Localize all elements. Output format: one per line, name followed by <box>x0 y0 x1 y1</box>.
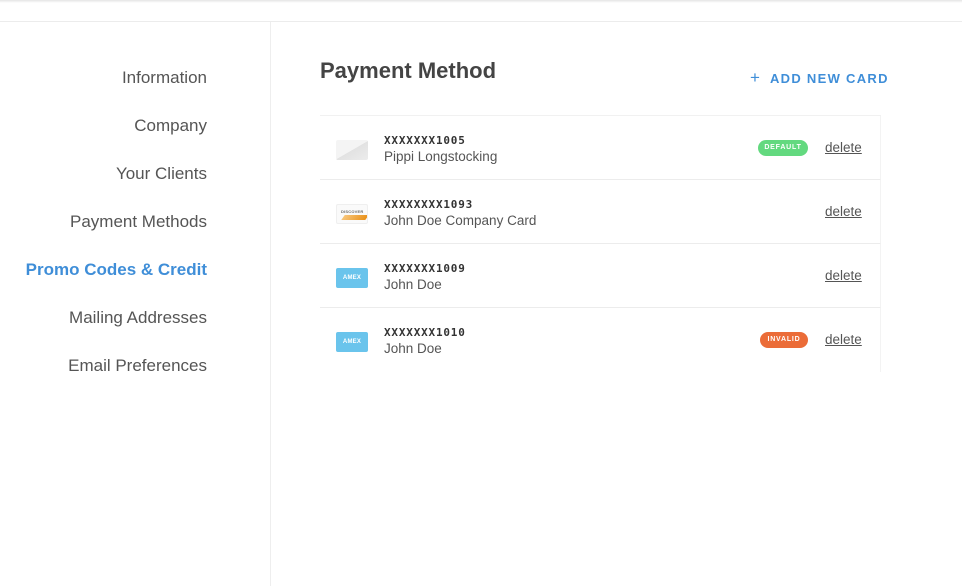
delete-card-link[interactable]: delete <box>825 204 862 219</box>
page-title: Payment Method <box>320 58 497 83</box>
invalid-badge: INVALID <box>760 332 808 348</box>
card-number: XXXXXXX1009 <box>384 262 466 275</box>
sidebar-item-mailing-addresses[interactable]: Mailing Addresses <box>69 306 207 330</box>
card-row: DISCOVER XXXXXXXX1093 John Doe Company C… <box>320 180 881 244</box>
card-row: XXXXXXX1005 Pippi Longstocking DEFAULT d… <box>320 116 881 180</box>
card-holder-name: John Doe <box>384 341 442 356</box>
card-row: AMEX XXXXXXX1010 John Doe INVALID delete <box>320 308 881 372</box>
add-new-card-label: ADD NEW CARD <box>769 70 889 86</box>
card-row: AMEX XXXXXXX1009 John Doe delete <box>320 244 881 308</box>
card-list: XXXXXXX1005 Pippi Longstocking DEFAULT d… <box>320 115 881 372</box>
sidebar-item-your-clients[interactable]: Your Clients <box>116 162 207 186</box>
sidebar-item-information[interactable]: Information <box>122 66 207 90</box>
sidebar-item-payment-methods[interactable]: Payment Methods <box>70 210 207 234</box>
delete-card-link[interactable]: delete <box>825 268 862 283</box>
payment-methods-panel: Payment Method + ADD NEW CARD XXXXXXX100… <box>272 22 962 586</box>
delete-card-link[interactable]: delete <box>825 332 862 347</box>
plus-icon: + <box>750 68 760 87</box>
generic-card-icon <box>336 140 368 160</box>
sidebar-item-company[interactable]: Company <box>134 114 207 138</box>
card-number: XXXXXXX1010 <box>384 326 466 339</box>
amex-logo-text: AMEX <box>342 275 362 281</box>
card-holder-name: John Doe Company Card <box>384 213 537 228</box>
discover-logo-text: DISCOVER <box>341 209 364 214</box>
top-bar <box>0 0 962 22</box>
sidebar-item-email-preferences[interactable]: Email Preferences <box>68 354 207 378</box>
card-holder-name: John Doe <box>384 277 442 292</box>
default-badge: DEFAULT <box>758 140 808 156</box>
amex-logo-text: AMEX <box>342 339 362 345</box>
settings-sidebar: Information Company Your Clients Payment… <box>0 22 271 586</box>
discover-card-icon: DISCOVER <box>336 204 368 224</box>
amex-card-icon: AMEX <box>336 332 368 352</box>
card-holder-name: Pippi Longstocking <box>384 149 498 164</box>
delete-card-link[interactable]: delete <box>825 140 862 155</box>
card-number: XXXXXXX1005 <box>384 134 466 147</box>
add-new-card-button[interactable]: + ADD NEW CARD <box>750 69 889 87</box>
card-number: XXXXXXXX1093 <box>384 198 474 211</box>
sidebar-item-promo-codes-credit[interactable]: Promo Codes & Credit <box>26 258 207 282</box>
amex-card-icon: AMEX <box>336 268 368 288</box>
